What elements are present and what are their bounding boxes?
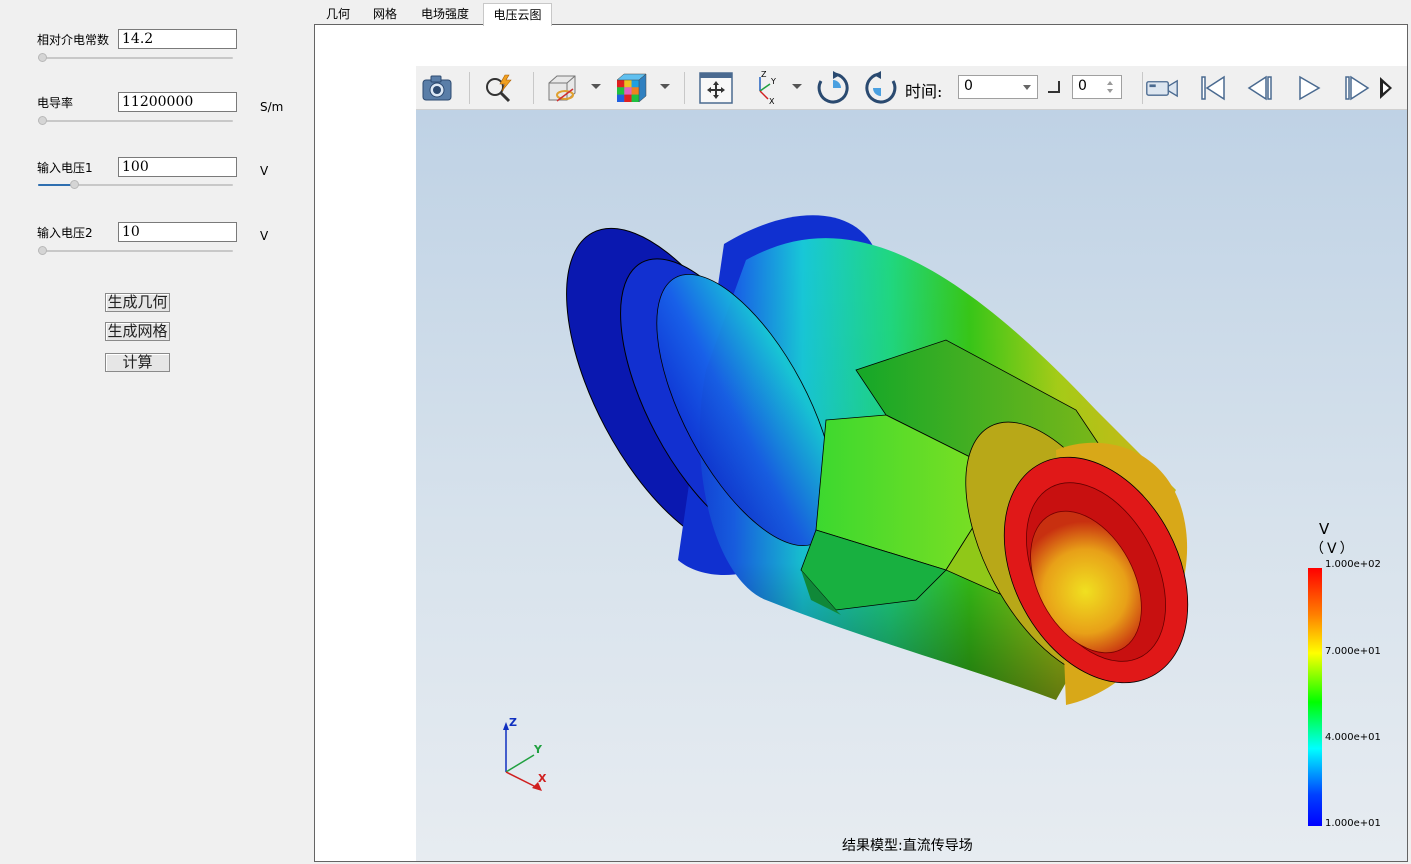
voltage2-unit: V — [260, 229, 269, 243]
time-label: 时间: — [905, 82, 943, 101]
permittivity-slider[interactable] — [38, 53, 233, 63]
result-model-label: 结果模型:直流传导场 — [842, 838, 973, 854]
camera-icon[interactable] — [420, 72, 454, 104]
axis-triad-icon: Z Y X — [503, 716, 547, 791]
clip-dropdown-icon[interactable] — [591, 84, 601, 89]
frame-spinbox-value: 0 — [1078, 78, 1087, 94]
first-frame-icon[interactable] — [1196, 72, 1230, 104]
time-select[interactable]: 0 — [958, 75, 1038, 99]
legend-tick-70: 7.000e+01 — [1325, 646, 1381, 657]
tab-field-strength[interactable]: 电场强度 — [414, 3, 476, 25]
voltage2-input[interactable]: 10 — [118, 222, 237, 242]
frame-spinbox[interactable]: 0 — [1072, 75, 1122, 99]
record-video-icon[interactable] — [1145, 72, 1179, 104]
clip-plane-icon[interactable] — [545, 72, 579, 104]
pan-view-icon[interactable] — [699, 72, 733, 104]
next-frame-icon[interactable] — [1340, 72, 1374, 104]
conductivity-unit: S/m — [260, 100, 284, 114]
corner-icon — [1048, 81, 1060, 93]
svg-text:Y: Y — [770, 77, 776, 86]
axis-y-label: Y — [533, 743, 543, 756]
voltage-contour-model — [566, 215, 1189, 705]
axis-z-label: Z — [509, 716, 517, 729]
svg-text:X: X — [769, 97, 775, 105]
axis-x-label: X — [538, 772, 547, 785]
generate-mesh-button[interactable]: 生成网格 — [105, 322, 170, 341]
tab-geometry[interactable]: 几何 — [321, 3, 355, 25]
permittivity-input[interactable]: 14.2 — [118, 29, 237, 49]
play-icon[interactable] — [1292, 72, 1326, 104]
legend-colorbar — [1308, 568, 1322, 826]
compute-button[interactable]: 计算 — [105, 353, 170, 372]
voltage1-unit: V — [260, 164, 269, 178]
time-select-value: 0 — [964, 78, 973, 94]
viewer-toolbar: Z Y X 时间: 0 0 — [416, 66, 1407, 110]
voltage2-slider[interactable] — [38, 246, 233, 256]
render-mode-icon[interactable] — [614, 72, 648, 104]
legend-tick-min: 1.000e+01 — [1325, 818, 1381, 829]
rotate-cw-icon[interactable] — [816, 71, 850, 104]
legend-tick-40: 4.000e+01 — [1325, 732, 1381, 743]
svg-text:Z: Z — [761, 71, 767, 79]
render-dropdown-icon[interactable] — [660, 84, 670, 89]
rotate-ccw-icon[interactable] — [864, 71, 898, 104]
axis-dropdown-icon[interactable] — [792, 84, 802, 89]
legend-tick-max: 1.000e+02 — [1325, 559, 1381, 570]
voltage1-label: 输入电压1 — [37, 161, 93, 175]
voltage1-input[interactable]: 100 — [118, 157, 237, 177]
axis-orientation-icon[interactable]: Z Y X — [746, 71, 780, 105]
zoom-fit-icon[interactable] — [482, 72, 516, 104]
last-frame-icon[interactable] — [1378, 72, 1392, 104]
conductivity-slider[interactable] — [38, 116, 233, 126]
voltage2-label: 输入电压2 — [37, 226, 93, 240]
3d-viewport[interactable]: Z Y X — [416, 110, 1407, 861]
conductivity-input[interactable]: 11200000 — [118, 92, 237, 112]
legend-unit: （V） — [1310, 541, 1357, 557]
voltage1-slider[interactable] — [38, 180, 233, 190]
previous-frame-icon[interactable] — [1244, 72, 1278, 104]
legend-title: V — [1319, 520, 1330, 538]
permittivity-label: 相对介电常数 — [37, 33, 110, 47]
generate-geometry-button[interactable]: 生成几何 — [105, 293, 170, 312]
conductivity-label: 电导率 — [37, 96, 74, 110]
tab-mesh[interactable]: 网格 — [367, 3, 403, 25]
tab-voltage-contour[interactable]: 电压云图 — [483, 3, 552, 26]
